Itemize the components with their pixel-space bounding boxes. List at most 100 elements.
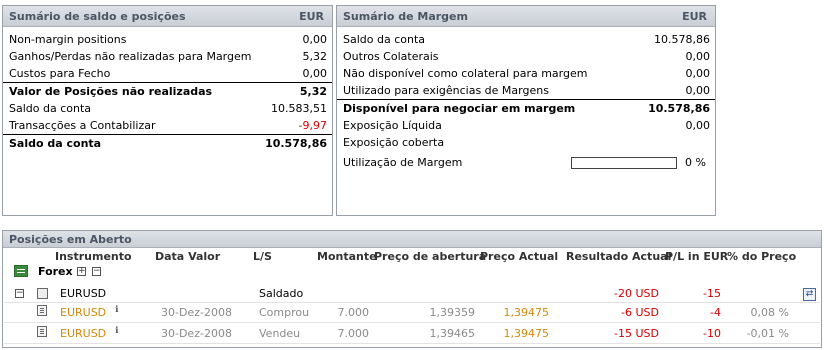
margin-row-value: 10.578,86 [654,33,710,46]
col-header-open-price[interactable]: Preço de abertura [374,249,486,264]
open-positions-grid: Instrumento Data Valor L/S Montante Preç… [3,248,821,347]
summary-pl: -15 [703,287,721,300]
margin-row-value: 0,00 [685,50,711,63]
info-icon[interactable]: ℹ [115,324,118,339]
trade-open-price: 1,39359 [429,306,476,319]
trade-current-price: 1,39475 [503,306,550,319]
margin-row: Disponível para negociar em margem 10.578… [337,99,715,117]
margin-row-label: Saldo da conta [343,33,426,46]
margin-utilization-label: Utilização de Margem [343,156,463,169]
balance-summary-header: Sumário de saldo e posições EUR [3,6,332,27]
summary-instrument: EURUSD [60,287,107,300]
balance-row: Non-margin positions 0,00 [3,31,332,48]
forex-collapse-all-button[interactable]: − [92,267,101,276]
trade-amount: 7.000 [337,327,370,340]
margin-row: Exposição Líquida 0,00 [337,117,715,134]
position-action-icon[interactable]: ⇄ [803,288,816,301]
col-header-pl[interactable]: P/L in EUR [665,249,728,264]
margin-row-label: Não disponível como colateral para marge… [343,67,588,80]
trade-doc-icon[interactable] [37,305,47,316]
balance-row-value: -9,97 [298,119,327,132]
trade-pct: 0,08 % [750,306,789,319]
balance-row-value: 10.583,51 [271,102,327,115]
balance-row-label: Valor de Posições não realizadas [9,85,213,98]
balance-row: Saldo da conta 10.583,51 [3,100,332,117]
margin-row-label: Exposição coberta [343,136,445,149]
col-header-pct[interactable]: % do Preço [727,249,796,264]
balance-row: Custos para Fecho 0,00 [3,65,332,82]
balance-row-label: Ganhos/Perdas não realizadas para Margem [9,50,252,63]
balance-row-value: 5,32 [302,50,328,63]
trade-result: -6 USD [621,306,659,319]
balance-row: Saldo da conta 10.578,86 [3,134,332,152]
margin-row-label: Disponível para negociar em margem [343,102,576,115]
trade-doc-icon[interactable] [37,326,47,337]
trade-date: 30-Dez-2008 [161,327,232,340]
trade-pct: -0,01 % [746,327,789,340]
trade-result: -15 USD [614,327,659,340]
balance-summary-panel: Sumário de saldo e posições EUR Non-marg… [2,5,333,216]
open-positions-header: Posições em Aberto [3,231,821,248]
margin-summary-rows: Saldo da conta 10.578,86 Outros Colaterais… [337,27,715,151]
col-header-ls[interactable]: L/S [253,249,272,264]
margin-row: Outros Colaterais 0,00 [337,48,715,65]
forex-group-icon [14,265,28,277]
balance-row-value: 5,32 [299,85,327,98]
info-icon[interactable]: ℹ [115,303,118,318]
margin-row: Exposição coberta [337,134,715,151]
margin-row-value: 0,00 [685,84,711,97]
trade-current-price: 1,39475 [503,327,550,340]
trade-pl: -4 [710,306,721,319]
trade-amount: 7.000 [337,306,370,319]
margin-row-label: Utilizado para exigências de Margens [343,84,549,97]
margin-row: Utilizado para exigências de Margens 0,00 [337,82,715,99]
forex-group-label: Forex [38,265,73,278]
trade-open-price: 1,39465 [429,327,476,340]
trade-ls: Vendeu [259,327,301,340]
open-positions-panel: Posições em Aberto Instrumento Data Valo… [2,230,822,348]
margin-row-value: 10.578,86 [648,102,710,115]
balance-row-label: Saldo da conta [9,102,92,115]
balance-row: Valor de Posições não realizadas 5,32 [3,82,332,100]
col-header-instrument[interactable]: Instrumento [55,249,132,264]
margin-summary-header: Sumário de Margem EUR [337,6,715,27]
margin-utilization-value: 0 % [685,156,706,169]
margin-row-value: 0,00 [685,119,711,132]
trade-instrument-link[interactable]: EURUSD [60,326,106,341]
balance-summary-title: Sumário de saldo e posições [9,9,186,23]
col-header-amount[interactable]: Montante [317,249,377,264]
margin-utilization-display: 0 % [571,154,710,171]
margin-row-label: Exposição Líquida [343,119,442,132]
position-collapse-button[interactable]: − [15,289,24,298]
balance-row-label: Custos para Fecho [9,67,111,80]
balance-row-label: Saldo da conta [9,137,102,150]
balance-row-value: 0,00 [302,33,328,46]
col-header-date[interactable]: Data Valor [155,249,220,264]
margin-summary-panel: Sumário de Margem EUR Saldo da conta 10.5… [336,5,716,216]
margin-utilization-bar [571,157,678,169]
balance-summary-currency: EUR [299,9,324,23]
margin-row-label: Outros Colaterais [343,50,439,63]
balance-row: Transacções a Contabilizar -9,97 [3,117,332,134]
trade-instrument-link[interactable]: EURUSD [60,305,106,320]
trade-ls: Comprou [259,306,310,319]
open-positions-title: Posições em Aberto [9,232,132,246]
margin-summary-title: Sumário de Margem [343,9,468,23]
margin-row-value: 0,00 [685,67,711,80]
forex-expand-all-button[interactable]: + [77,267,86,276]
margin-row: Saldo da conta 10.578,86 [337,31,715,48]
balance-row: Ganhos/Perdas não realizadas para Margem… [3,48,332,65]
summary-result: -20 USD [614,287,659,300]
balance-row-value: 10.578,86 [265,137,327,150]
balance-summary-rows: Non-margin positions 0,00 Ganhos/Perdas nã… [3,27,332,152]
col-header-current-price[interactable]: Preço Actual [480,249,558,264]
margin-row: Não disponível como colateral para marge… [337,65,715,82]
balance-row-label: Non-margin positions [9,33,127,46]
balance-row-label: Transacções a Contabilizar [9,119,156,132]
summary-ls: Saldado [259,287,304,300]
trade-pl: -10 [703,327,721,340]
margin-utilization-row: Utilização de Margem 0 % [337,154,715,171]
balance-row-value: 0,00 [302,67,328,80]
col-header-result[interactable]: Resultado Actual [566,249,671,264]
trade-date: 30-Dez-2008 [161,306,232,319]
